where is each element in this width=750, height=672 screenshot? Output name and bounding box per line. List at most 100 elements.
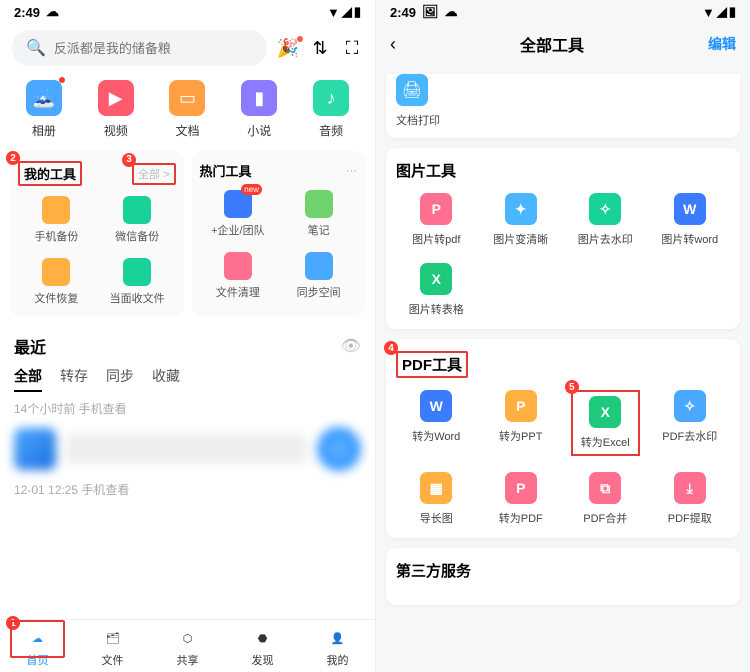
tool-icon: P xyxy=(505,472,537,504)
nav-discover[interactable]: ⬣ 发现 xyxy=(225,620,300,672)
section-2: 第三方服务 xyxy=(386,548,740,605)
tool-label: 导长图 xyxy=(420,510,453,526)
tool-item[interactable]: ✦ 图片变清晰 xyxy=(481,193,562,247)
doc-icon: ▭ xyxy=(169,80,205,116)
search-input[interactable] xyxy=(54,41,253,56)
edit-button[interactable]: 编辑 xyxy=(708,34,736,54)
tool-icon: X xyxy=(420,263,452,295)
category-novel[interactable]: ▮ 小说 xyxy=(223,80,295,139)
nav-me[interactable]: 👤 我的 xyxy=(300,620,375,672)
photo-icon: 🗻 xyxy=(26,80,62,116)
tools-header: ‹ 全部工具 编辑 xyxy=(376,22,750,66)
category-label: 相册 xyxy=(32,122,56,139)
header-title: 全部工具 xyxy=(396,32,708,56)
search-row: 🔍 🎉 ⇅ ⛶ xyxy=(0,22,375,74)
tool-label: 转为PPT xyxy=(499,428,542,444)
my-tools-more[interactable]: 全部 > xyxy=(132,163,175,185)
tool-label: 转为Excel xyxy=(581,434,630,450)
category-label: 文档 xyxy=(175,122,199,139)
tool-label: 手机备份 xyxy=(34,228,78,244)
hot-tools-more[interactable]: ⋯ xyxy=(346,164,357,177)
category-video[interactable]: ▶ 视频 xyxy=(80,80,152,139)
cloud-icon: ☁ xyxy=(46,4,59,20)
tool-label: 笔记 xyxy=(308,222,330,238)
tool-item[interactable]: P 图片转pdf xyxy=(396,193,477,247)
print-icon: 🖨 xyxy=(396,74,428,106)
tool-icon xyxy=(123,258,151,286)
tool-label: 图片转表格 xyxy=(409,301,464,317)
tab-同步[interactable]: 同步 xyxy=(106,366,134,392)
tab-收藏[interactable]: 收藏 xyxy=(152,366,180,392)
tool-item[interactable]: 同步空间 xyxy=(280,252,357,300)
scan-icon[interactable]: ⛶ xyxy=(341,37,363,59)
tool-item[interactable]: P 转为PDF xyxy=(481,472,562,526)
tool-item[interactable]: ✧ PDF去水印 xyxy=(650,390,731,456)
tool-item[interactable]: ⤓ PDF提取 xyxy=(650,472,731,526)
file-icon: 🗂 xyxy=(101,626,125,650)
video-icon: ▶ xyxy=(98,80,134,116)
tool-icon: ⤓ xyxy=(674,472,706,504)
tool-icon: W xyxy=(420,390,452,422)
me-icon: 👤 xyxy=(326,626,350,650)
sections-container: 图片工具 P 图片转pdf✦ 图片变清晰✧ 图片去水印W 图片转wordX 图片… xyxy=(376,148,750,605)
eye-icon[interactable]: 👁 xyxy=(341,336,361,356)
tool-item[interactable]: 文件清理 xyxy=(200,252,277,300)
category-doc[interactable]: ▭ 文档 xyxy=(152,80,224,139)
battery-icon: ▮ xyxy=(729,4,736,20)
tools-cards: 2 我的工具 3 全部 > 手机备份 微信备份 文件恢复 xyxy=(0,151,375,316)
tool-icon: ✧ xyxy=(589,193,621,225)
section-title: 4PDF工具 xyxy=(396,351,730,378)
recent-header: 最近 👁 xyxy=(0,316,375,366)
category-photo[interactable]: 🗻 相册 xyxy=(8,80,80,139)
tool-icon: ✦ xyxy=(505,193,537,225)
tool-item[interactable]: W 转为Word xyxy=(396,390,477,456)
doc-print-item[interactable]: 🖨 文档打印 xyxy=(386,74,740,138)
tool-label: 图片转word xyxy=(661,231,718,247)
nav-share[interactable]: ⬡ 共享 xyxy=(150,620,225,672)
tool-item[interactable]: 5 X 转为Excel xyxy=(565,390,646,456)
status-time: 2:49 xyxy=(14,5,40,20)
nav-file[interactable]: 🗂 文件 xyxy=(75,620,150,672)
wifi-icon: ▼ xyxy=(327,5,340,20)
tool-item[interactable]: P 转为PPT xyxy=(481,390,562,456)
discover-icon: ⬣ xyxy=(251,626,275,650)
promo-icon[interactable]: 🎉 xyxy=(277,38,299,59)
tool-item[interactable]: 文件恢复 xyxy=(18,258,95,306)
category-label: 视频 xyxy=(104,122,128,139)
audio-icon: ♪ xyxy=(313,80,349,116)
search-icon: 🔍 xyxy=(26,38,46,58)
tool-item[interactable]: 微信备份 xyxy=(99,196,176,244)
search-box[interactable]: 🔍 xyxy=(12,30,267,66)
hot-tools-title: 热门工具 xyxy=(200,161,252,180)
tab-全部[interactable]: 全部 xyxy=(14,366,42,392)
tool-item[interactable]: new +企业/团队 xyxy=(200,190,277,238)
tool-label: 图片变清晰 xyxy=(493,231,548,247)
hot-tools-grid: new +企业/团队 笔记 文件清理 同步空间 xyxy=(200,190,358,300)
tool-item[interactable]: 手机备份 xyxy=(18,196,95,244)
tool-item[interactable]: X 图片转表格 xyxy=(396,263,477,317)
tool-item[interactable]: 笔记 xyxy=(280,190,357,238)
my-tools-title[interactable]: 我的工具 xyxy=(18,161,82,186)
nav-home[interactable]: 1 ☁ 首页 xyxy=(0,620,75,672)
section-title: 图片工具 xyxy=(396,160,730,181)
tab-转存[interactable]: 转存 xyxy=(60,366,88,392)
category-audio[interactable]: ♪ 音频 xyxy=(295,80,367,139)
tool-item[interactable]: W 图片转word xyxy=(650,193,731,247)
step-badge-2: 2 xyxy=(6,151,20,165)
tool-icon: ✧ xyxy=(674,390,706,422)
section-1: 4PDF工具 W 转为WordP 转为PPT 5 X 转为Excel ✧ PDF… xyxy=(386,339,740,538)
tool-item[interactable]: ✧ 图片去水印 xyxy=(565,193,646,247)
tool-item[interactable]: ▦ 导长图 xyxy=(396,472,477,526)
tool-icon: P xyxy=(505,390,537,422)
screen-home: 2:49 ☁ ▼ ◢ ▮ 🔍 🎉 ⇅ ⛶ 🗻 相册 ▶ 视频 ▭ 文档 ▮ 小说… xyxy=(0,0,375,672)
tool-item[interactable]: ⧉ PDF合并 xyxy=(565,472,646,526)
tool-label: 当面收文件 xyxy=(110,290,165,306)
transfer-icon[interactable]: ⇅ xyxy=(309,37,331,59)
tool-icon: X xyxy=(589,396,621,428)
status-bar: 2:49 ☁ ▼ ◢ ▮ xyxy=(0,0,375,22)
category-grid: 🗻 相册 ▶ 视频 ▭ 文档 ▮ 小说 ♪ 音频 xyxy=(0,74,375,151)
tool-item[interactable]: 当面收文件 xyxy=(99,258,176,306)
status-bar: 2:49 🖼 ☁ ▼ ◢ ▮ xyxy=(376,0,750,22)
recent-item-blurred[interactable] xyxy=(0,417,375,481)
recent-meta-2: 12-01 12:25 手机查看 xyxy=(0,481,375,498)
